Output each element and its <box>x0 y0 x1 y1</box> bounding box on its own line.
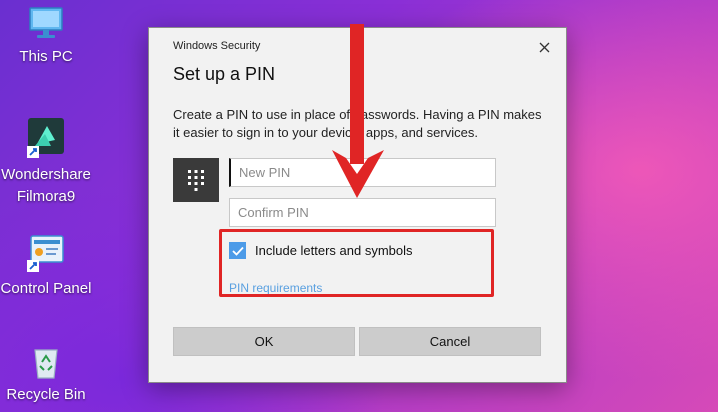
recycle-bin-icon <box>34 349 58 379</box>
filmora-icon <box>27 118 64 158</box>
desktop-icon-label: Recycle Bin <box>6 386 86 403</box>
this-pc-icon <box>29 7 63 38</box>
cancel-button[interactable]: Cancel <box>359 327 541 356</box>
desktop-icon-control-panel[interactable]: Control Panel <box>0 234 106 300</box>
ok-button[interactable]: OK <box>173 327 355 356</box>
desktop-icon-filmora[interactable]: Wondershare Filmora9 <box>0 116 106 208</box>
close-button[interactable] <box>532 36 556 58</box>
keypad-icon <box>188 170 204 191</box>
desktop-icon-label: Control Panel <box>0 280 92 297</box>
keypad-tile <box>173 158 219 202</box>
window-title: Windows Security <box>173 40 261 52</box>
close-icon <box>539 42 549 52</box>
desktop-icon-label: Wondershare Filmora9 <box>1 166 91 205</box>
desktop-icon-this-pc[interactable]: This PC <box>0 6 106 68</box>
dialog-heading: Set up a PIN <box>173 64 276 84</box>
highlight-rectangle <box>219 229 494 297</box>
desktop-icon-label: This PC <box>19 48 73 65</box>
desktop-icon-recycle-bin[interactable]: Recycle Bin <box>0 344 106 406</box>
control-panel-icon <box>27 235 64 272</box>
red-arrow-annotation <box>332 24 384 198</box>
